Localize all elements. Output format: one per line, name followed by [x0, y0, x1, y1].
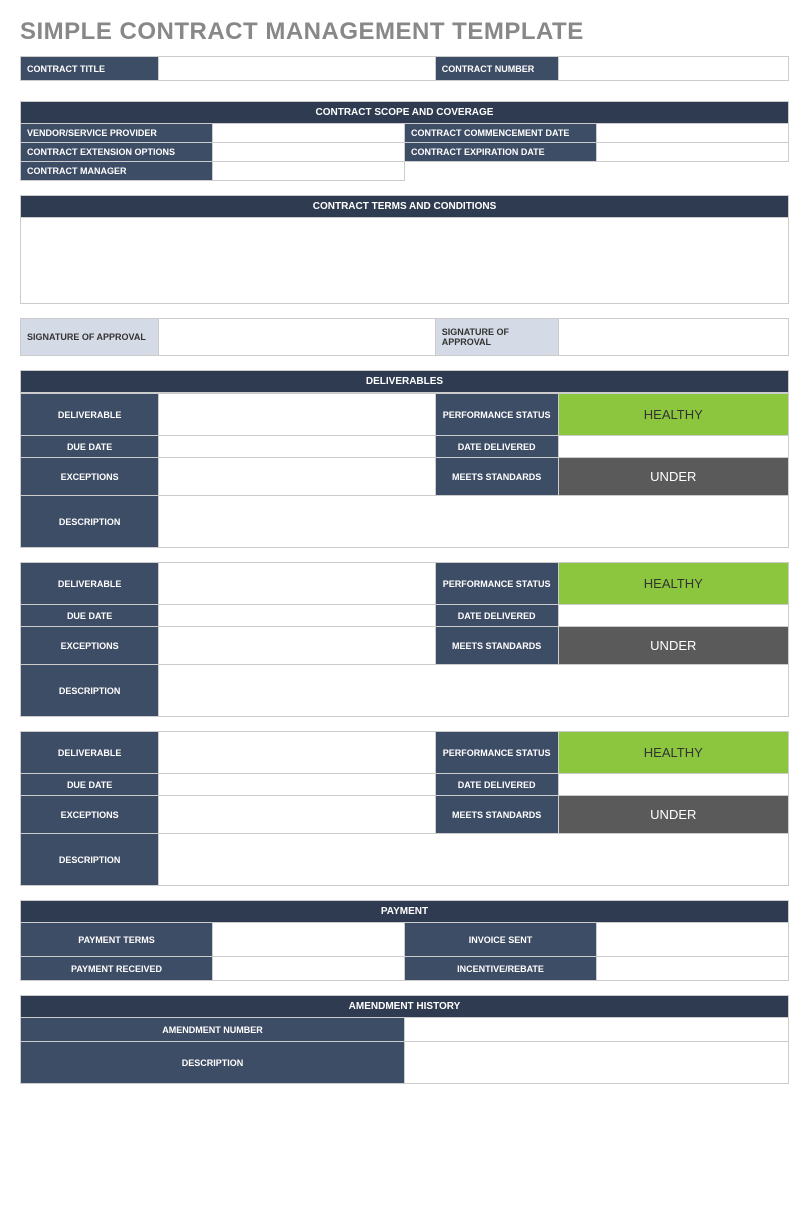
- label-performance: PERFORMANCE STATUS: [435, 732, 558, 774]
- label-expiration: CONTRACT EXPIRATION DATE: [405, 143, 597, 162]
- value-standards-3[interactable]: UNDER: [558, 796, 788, 834]
- label-delivered: DATE DELIVERED: [435, 774, 558, 796]
- label-performance: PERFORMANCE STATUS: [435, 563, 558, 605]
- input-due-2[interactable]: [159, 605, 435, 627]
- value-standards-2[interactable]: UNDER: [558, 627, 788, 665]
- label-description: DESCRIPTION: [21, 834, 159, 886]
- label-invoice-sent: INVOICE SENT: [405, 923, 597, 957]
- value-standards-1[interactable]: UNDER: [558, 458, 788, 496]
- contract-header-table: CONTRACT TITLE CONTRACT NUMBER: [20, 56, 789, 81]
- label-vendor: VENDOR/SERVICE PROVIDER: [21, 124, 213, 143]
- input-contract-number[interactable]: [558, 57, 788, 81]
- page-title: SIMPLE CONTRACT MANAGEMENT TEMPLATE: [20, 18, 789, 46]
- deliverables-header: DELIVERABLES: [21, 371, 789, 393]
- scope-table: CONTRACT SCOPE AND COVERAGE VENDOR/SERVI…: [20, 101, 789, 181]
- label-delivered: DATE DELIVERED: [435, 605, 558, 627]
- input-payment-terms[interactable]: [213, 923, 405, 957]
- value-performance-3[interactable]: HEALTHY: [558, 732, 788, 774]
- input-terms[interactable]: [21, 218, 789, 304]
- input-description-2[interactable]: [159, 665, 789, 717]
- input-manager[interactable]: [213, 162, 405, 181]
- label-due: DUE DATE: [21, 774, 159, 796]
- input-exceptions-3[interactable]: [159, 796, 435, 834]
- label-contract-title: CONTRACT TITLE: [21, 57, 159, 81]
- signature-table: SIGNATURE OF APPROVAL SIGNATURE OF APPRO…: [20, 318, 789, 356]
- label-exceptions: EXCEPTIONS: [21, 796, 159, 834]
- label-contract-number: CONTRACT NUMBER: [435, 57, 558, 81]
- input-amendment-number[interactable]: [405, 1018, 789, 1042]
- amendment-header: AMENDMENT HISTORY: [21, 996, 789, 1018]
- label-amendment-description: DESCRIPTION: [21, 1042, 405, 1084]
- input-due-1[interactable]: [159, 436, 435, 458]
- input-signature-right[interactable]: [558, 319, 788, 356]
- label-standards: MEETS STANDARDS: [435, 627, 558, 665]
- input-invoice-sent[interactable]: [597, 923, 789, 957]
- label-exceptions: EXCEPTIONS: [21, 458, 159, 496]
- label-due: DUE DATE: [21, 436, 159, 458]
- input-deliverable-1[interactable]: [159, 394, 435, 436]
- input-description-3[interactable]: [159, 834, 789, 886]
- deliverable-block-2: DELIVERABLE PERFORMANCE STATUS HEALTHY D…: [20, 562, 789, 717]
- label-exceptions: EXCEPTIONS: [21, 627, 159, 665]
- input-exceptions-1[interactable]: [159, 458, 435, 496]
- label-deliverable: DELIVERABLE: [21, 732, 159, 774]
- label-performance: PERFORMANCE STATUS: [435, 394, 558, 436]
- payment-table: PAYMENT PAYMENT TERMS INVOICE SENT PAYME…: [20, 900, 789, 981]
- label-extension: CONTRACT EXTENSION OPTIONS: [21, 143, 213, 162]
- label-signature-right: SIGNATURE OF APPROVAL: [435, 319, 558, 356]
- input-extension[interactable]: [213, 143, 405, 162]
- payment-header: PAYMENT: [21, 901, 789, 923]
- label-amendment-number: AMENDMENT NUMBER: [21, 1018, 405, 1042]
- input-payment-received[interactable]: [213, 957, 405, 981]
- input-commencement[interactable]: [597, 124, 789, 143]
- label-commencement: CONTRACT COMMENCEMENT DATE: [405, 124, 597, 143]
- input-delivered-3[interactable]: [558, 774, 788, 796]
- input-description-1[interactable]: [159, 496, 789, 548]
- deliverable-block-1: DELIVERABLE PERFORMANCE STATUS HEALTHY D…: [20, 393, 789, 548]
- label-standards: MEETS STANDARDS: [435, 796, 558, 834]
- label-manager: CONTRACT MANAGER: [21, 162, 213, 181]
- input-deliverable-2[interactable]: [159, 563, 435, 605]
- label-delivered: DATE DELIVERED: [435, 436, 558, 458]
- label-deliverable: DELIVERABLE: [21, 563, 159, 605]
- input-deliverable-3[interactable]: [159, 732, 435, 774]
- value-performance-1[interactable]: HEALTHY: [558, 394, 788, 436]
- label-payment-terms: PAYMENT TERMS: [21, 923, 213, 957]
- input-incentive[interactable]: [597, 957, 789, 981]
- value-performance-2[interactable]: HEALTHY: [558, 563, 788, 605]
- terms-table: CONTRACT TERMS AND CONDITIONS: [20, 195, 789, 304]
- label-signature-left: SIGNATURE OF APPROVAL: [21, 319, 159, 356]
- input-delivered-2[interactable]: [558, 605, 788, 627]
- deliverable-block-3: DELIVERABLE PERFORMANCE STATUS HEALTHY D…: [20, 731, 789, 886]
- terms-header: CONTRACT TERMS AND CONDITIONS: [21, 196, 789, 218]
- deliverables-header-table: DELIVERABLES: [20, 370, 789, 393]
- input-exceptions-2[interactable]: [159, 627, 435, 665]
- label-due: DUE DATE: [21, 605, 159, 627]
- label-description: DESCRIPTION: [21, 665, 159, 717]
- input-contract-title[interactable]: [159, 57, 435, 81]
- label-description: DESCRIPTION: [21, 496, 159, 548]
- input-expiration[interactable]: [597, 143, 789, 162]
- input-amendment-description[interactable]: [405, 1042, 789, 1084]
- input-signature-left[interactable]: [159, 319, 435, 356]
- scope-header: CONTRACT SCOPE AND COVERAGE: [21, 102, 789, 124]
- label-standards: MEETS STANDARDS: [435, 458, 558, 496]
- input-vendor[interactable]: [213, 124, 405, 143]
- input-due-3[interactable]: [159, 774, 435, 796]
- label-incentive: INCENTIVE/REBATE: [405, 957, 597, 981]
- input-delivered-1[interactable]: [558, 436, 788, 458]
- amendment-table: AMENDMENT HISTORY AMENDMENT NUMBER DESCR…: [20, 995, 789, 1084]
- label-deliverable: DELIVERABLE: [21, 394, 159, 436]
- label-payment-received: PAYMENT RECEIVED: [21, 957, 213, 981]
